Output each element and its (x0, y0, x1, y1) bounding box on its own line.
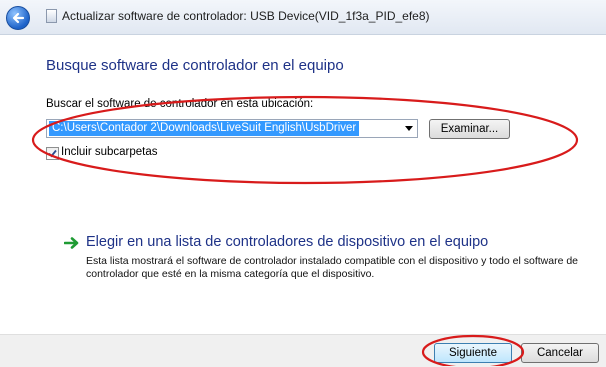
path-input[interactable]: C:\Users\Contador 2\Downloads\LiveSuit E… (49, 121, 360, 136)
checkmark-icon (48, 149, 57, 158)
cancel-button[interactable]: Cancelar (521, 343, 599, 363)
annotation-overlay (31, 95, 579, 366)
button-bar (0, 334, 606, 367)
dropdown-arrow-icon[interactable] (405, 126, 413, 131)
browse-button[interactable]: Examinar... (429, 119, 510, 139)
include-subfolders-label[interactable]: Incluir subcarpetas (61, 146, 158, 158)
include-subfolders-checkbox[interactable] (46, 147, 59, 160)
path-combobox[interactable]: C:\Users\Contador 2\Downloads\LiveSuit E… (46, 119, 418, 138)
page-heading: Busque software de controlador en el equ… (46, 57, 344, 74)
back-button[interactable] (6, 6, 30, 30)
title-bar: Actualizar software de controlador: USB … (0, 0, 606, 35)
device-icon (46, 9, 57, 23)
window-title: Actualizar software de controlador: USB … (62, 9, 430, 23)
choose-driver-list-link[interactable]: Elegir en una lista de controladores de … (86, 234, 488, 250)
green-arrow-icon (64, 237, 79, 249)
path-label: Buscar el software de controlador en est… (46, 98, 314, 110)
back-arrow-icon (12, 12, 25, 24)
choose-driver-list-description: Esta lista mostrará el software de contr… (86, 255, 579, 280)
next-button[interactable]: Siguiente (434, 343, 512, 363)
